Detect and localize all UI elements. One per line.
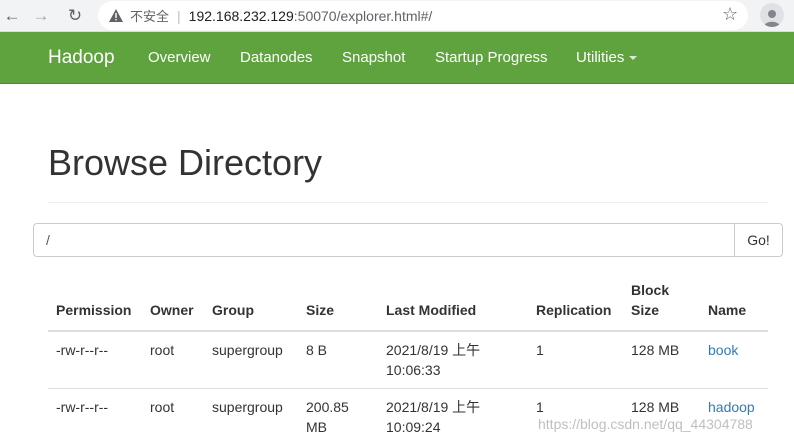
security-label: 不安全 [130,9,170,24]
nav-utilities-label: Utilities [576,49,625,66]
cell-size: 200.85 MB [298,388,378,444]
cell-owner: root [150,342,175,358]
cell-permission: -rw-r--r-- [56,342,109,358]
browser-toolbar: ← → ↻ 不安全 | 192.168.232.129:50070/explor… [0,0,794,32]
brand-logo[interactable]: Hadoop [48,32,115,84]
reload-icon[interactable]: ↻ [63,4,87,28]
go-button[interactable]: Go! [734,223,783,257]
table-header-row: Permission Owner Group Size Last Modifie… [48,280,768,332]
bookmark-star-icon[interactable]: ☆ [722,0,738,29]
forward-arrow-icon[interactable]: → [29,4,53,28]
cell-group: supergroup [212,342,283,358]
url-text: 192.168.232.129:50070/explorer.html#/ [189,8,433,24]
page-title: Browse Directory [48,142,323,183]
dropdown-caret-icon [629,56,638,61]
cell-owner: root [142,388,204,444]
column-header-name[interactable]: Name [700,280,768,332]
nav-snapshot[interactable]: Snapshot [342,32,405,84]
directory-path-input[interactable] [33,223,735,257]
column-header-size[interactable]: Size [298,280,378,332]
cell-last-modified: 2021/8/19 上午 10:06:33 [386,342,481,378]
nav-datanodes[interactable]: Datanodes [240,32,313,84]
cell-replication: 1 [536,342,544,358]
file-link[interactable]: book [708,342,738,358]
column-header-replication[interactable]: Replication [528,280,623,332]
cell-permission: -rw-r--r-- [48,388,142,444]
url-host: 192.168.232.129 [188,7,294,24]
cell-last-modified: 2021/8/19 上午 10:09:24 [378,388,528,444]
column-header-owner[interactable]: Owner [142,280,204,332]
column-header-permission[interactable]: Permission [48,280,142,332]
cell-size: 8 B [306,342,328,358]
file-link[interactable]: hadoop [708,399,755,415]
url-path: :50070/explorer.html#/ [293,7,433,24]
address-divider: | [177,7,181,24]
warning-icon [108,8,124,24]
nav-overview[interactable]: Overview [148,32,211,84]
watermark-text: https://blog.csdn.net/qq_44304788 [538,416,753,432]
address-bar[interactable]: 不安全 | 192.168.232.129:50070/explorer.htm… [98,1,748,30]
cell-name: book [700,331,768,389]
column-header-last-modified[interactable]: Last Modified [378,280,528,332]
title-divider [48,202,768,203]
back-arrow-icon[interactable]: ← [0,4,24,28]
nav-startup-progress[interactable]: Startup Progress [435,32,548,84]
top-navbar: Hadoop Overview Datanodes Snapshot Start… [0,32,794,84]
table-row: -rw-r--r-- root supergroup 8 B 2021/8/19… [48,331,768,389]
cell-group: supergroup [204,388,298,444]
nav-utilities[interactable]: Utilities [576,32,638,84]
column-header-group[interactable]: Group [204,280,298,332]
column-header-block-size[interactable]: Block Size [623,280,700,332]
cell-block-size: 128 MB [631,342,680,358]
profile-avatar-icon[interactable] [760,3,784,27]
